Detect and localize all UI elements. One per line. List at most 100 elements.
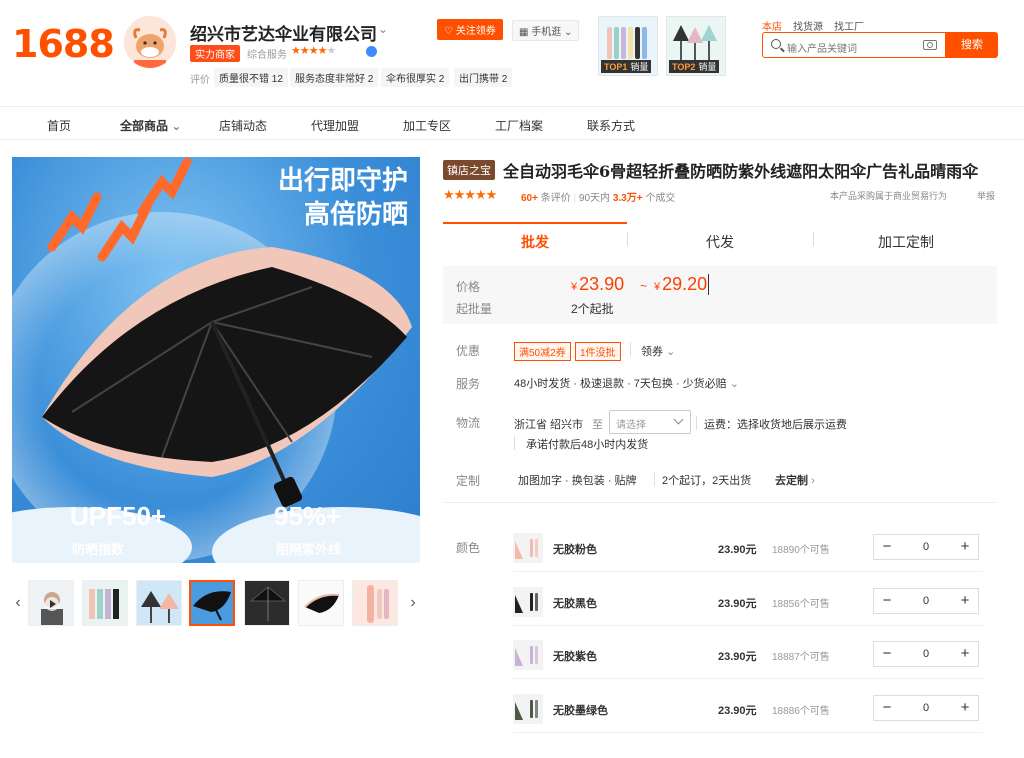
quantity-stepper: −0 +: [873, 534, 979, 560]
eval-chip[interactable]: 伞布很厚实 2: [381, 68, 450, 87]
minus-button[interactable]: −: [874, 535, 900, 559]
thumb-image[interactable]: [136, 580, 182, 626]
thumb-image[interactable]: [352, 580, 398, 626]
top-product-thumb[interactable]: TOP2 销量: [666, 16, 726, 76]
eval-chip[interactable]: 服务态度非常好 2: [290, 68, 379, 87]
price-min: ¥23.90: [571, 274, 625, 294]
origin-location: 浙江省 绍兴市: [514, 419, 584, 431]
top-product-thumb[interactable]: TOP1 销量: [598, 16, 658, 76]
shop-avatar[interactable]: [124, 16, 176, 68]
variant-price: 23.90元: [718, 544, 757, 556]
thumb-image-selected[interactable]: [189, 580, 235, 626]
site-logo[interactable]: 1688: [12, 22, 115, 66]
minus-button[interactable]: −: [874, 696, 900, 720]
moq-label: 起批量: [456, 302, 493, 316]
chevron-down-icon: ⌄: [666, 346, 676, 358]
price-max: ¥29.20: [654, 274, 710, 295]
coupon-tag[interactable]: 1件没批: [575, 342, 621, 361]
price-label: 价格: [456, 280, 481, 294]
variant-stock: 18856个可售: [772, 599, 830, 610]
search-tab-this-shop[interactable]: 本店: [762, 18, 782, 33]
search-button[interactable]: 搜索: [946, 32, 998, 58]
quantity-input[interactable]: 0: [900, 535, 952, 559]
variant-row: 无胶墨绿色 23.90元 18886个可售 −0 +: [513, 682, 983, 732]
search-input[interactable]: 输入产品关键词: [762, 32, 946, 58]
variant-thumb[interactable]: [513, 533, 543, 563]
search-tab-factory[interactable]: 找工厂: [834, 18, 864, 33]
plus-button[interactable]: +: [952, 696, 978, 720]
moq-value: 2个起批: [571, 302, 614, 316]
variant-name: 无胶紫色: [553, 651, 597, 663]
promo-label: 优惠: [456, 344, 481, 358]
tab-dropship[interactable]: 代发: [706, 232, 734, 252]
thumb-image[interactable]: [82, 580, 128, 626]
hero-stat: UPF50+: [70, 501, 167, 531]
variant-name: 无胶墨绿色: [553, 705, 608, 717]
nav-home[interactable]: 首页: [47, 117, 71, 134]
price-separator: ~: [640, 279, 648, 293]
variant-thumb[interactable]: [513, 587, 543, 617]
search-icon: [771, 39, 781, 49]
eval-chip[interactable]: 质量很不错 12: [214, 68, 288, 87]
camera-icon[interactable]: [923, 40, 937, 50]
product-main-image[interactable]: 出行即守护 高倍防晒 UPF50+ 95%+ 防晒指数 阻隔紫外线: [12, 157, 420, 563]
plus-button[interactable]: +: [952, 589, 978, 613]
variant-price: 23.90元: [718, 598, 757, 610]
quantity-input[interactable]: 0: [900, 696, 952, 720]
variant-row: 无胶紫色 23.90元 18887个可售 −0 +: [513, 628, 983, 678]
thumb-video[interactable]: [28, 580, 74, 626]
nav-agency[interactable]: 代理加盟: [311, 117, 359, 134]
chevron-down-icon: [673, 414, 684, 425]
plus-button[interactable]: +: [952, 535, 978, 559]
thumb-prev-icon[interactable]: ‹: [11, 580, 25, 626]
custom-options: 加图加字 · 换包装 · 贴牌: [518, 475, 637, 487]
nav-shop-news[interactable]: 店铺动态: [219, 117, 267, 134]
quantity-stepper: −0 +: [873, 641, 979, 667]
logistics-label: 物流: [456, 416, 481, 430]
eval-chip[interactable]: 出门携带 2: [454, 68, 513, 87]
price-box: 价格 ¥23.90 ~ ¥29.20 起批量 2个起批: [443, 266, 997, 324]
service-dropdown[interactable]: 48小时发货 · 极速退款 · 7天包换 · 少货必赔 ⌄: [514, 375, 739, 391]
follow-coupon-button[interactable]: ♡ 关注领券: [437, 19, 503, 40]
minus-button[interactable]: −: [874, 642, 900, 666]
report-link[interactable]: 举报: [977, 189, 995, 202]
hero-sub: 阻隔紫外线: [276, 542, 342, 557]
thumb-next-icon[interactable]: ›: [406, 580, 420, 626]
thumb-image[interactable]: [298, 580, 344, 626]
shop-name[interactable]: 绍兴市艺达伞业有限公司: [190, 20, 377, 45]
go-custom-link[interactable]: 去定制 ›: [775, 472, 815, 488]
chevron-down-icon: ⌄: [171, 119, 182, 133]
quantity-input[interactable]: 0: [900, 642, 952, 666]
mobile-browse-button[interactable]: ▦ 手机逛 ⌄: [512, 20, 580, 41]
variant-thumb[interactable]: [513, 640, 543, 670]
nav-all-products[interactable]: 全部商品 ⌄: [120, 117, 181, 134]
hero-title: 出行即守护 高倍防晒: [277, 165, 408, 229]
nav-contact[interactable]: 联系方式: [587, 117, 635, 134]
search-tab-source[interactable]: 找货源: [793, 18, 823, 33]
service-rating-label: 综合服务: [247, 50, 287, 61]
minus-button[interactable]: −: [874, 589, 900, 613]
tab-wholesale[interactable]: 批发: [521, 232, 549, 252]
coupon-tag[interactable]: 满50减2券: [514, 342, 571, 361]
review-count[interactable]: 60+: [521, 193, 538, 204]
thumb-image[interactable]: [244, 580, 290, 626]
strength-merchant-badge: 实力商家: [190, 45, 240, 62]
variant-name: 无胶粉色: [553, 544, 597, 556]
nav-processing[interactable]: 加工专区: [403, 117, 451, 134]
service-label: 服务: [456, 377, 481, 391]
plus-button[interactable]: +: [952, 642, 978, 666]
verified-icon: [366, 46, 377, 57]
variant-price: 23.90元: [718, 705, 757, 717]
nav-factory-file[interactable]: 工厂档案: [495, 117, 543, 134]
quantity-input[interactable]: 0: [900, 589, 952, 613]
get-coupon-button[interactable]: 领券 ⌄: [641, 343, 675, 359]
variant-price: 23.90元: [718, 651, 757, 663]
chevron-down-icon[interactable]: ⌄: [378, 22, 388, 36]
qr-icon: ▦: [519, 27, 529, 38]
variant-thumb[interactable]: [513, 694, 543, 724]
active-tab-indicator: [443, 222, 627, 224]
destination-select[interactable]: 请选择: [609, 410, 691, 434]
quantity-stepper: −0 +: [873, 588, 979, 614]
tab-custom[interactable]: 加工定制: [878, 232, 934, 252]
product-stars: ★★★★★: [443, 187, 497, 202]
